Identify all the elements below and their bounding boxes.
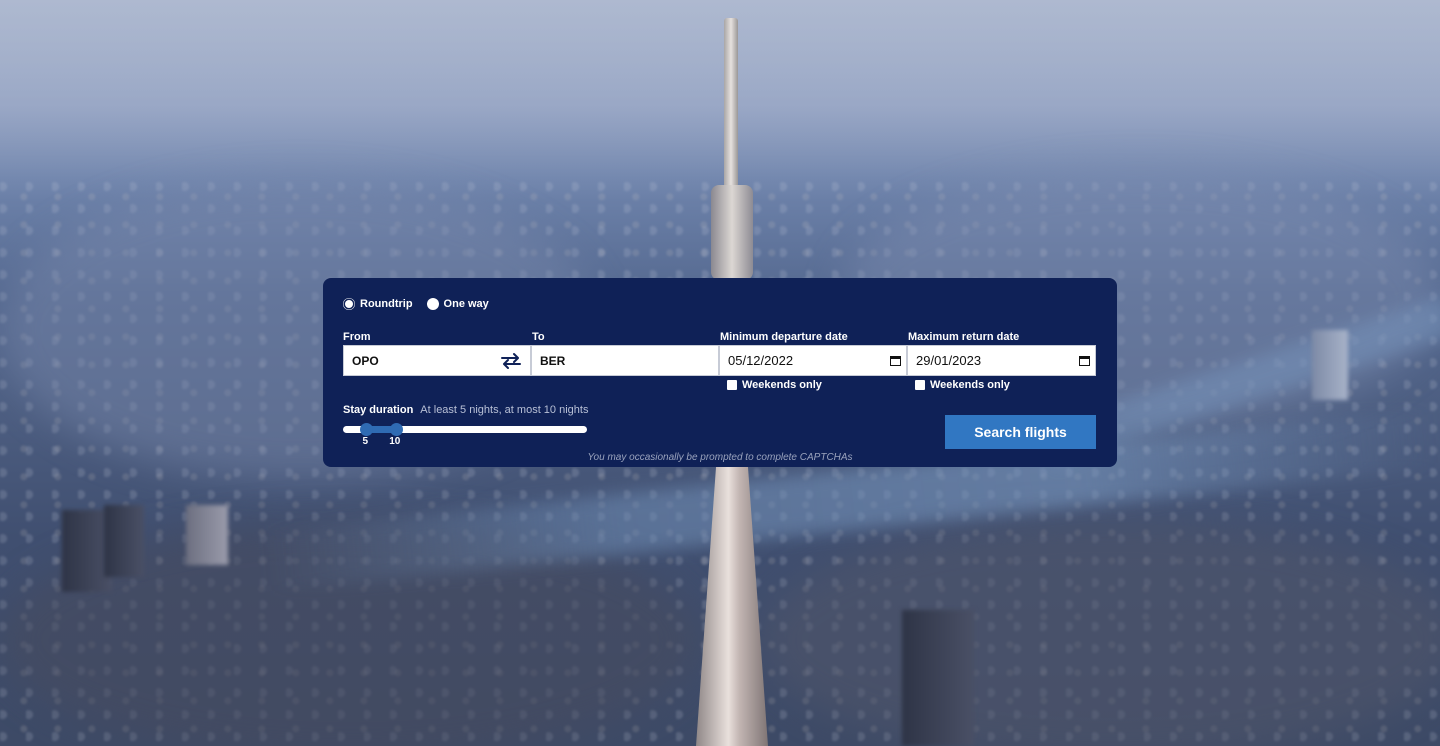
departure-label: Minimum departure date (720, 331, 848, 343)
slider-max-handle[interactable] (390, 423, 404, 436)
stay-duration-description: At least 5 nights, at most 10 nights (420, 404, 589, 416)
one-way-option[interactable]: One way (426, 298, 489, 310)
to-input[interactable]: BER (531, 345, 719, 376)
return-label: Maximum return date (908, 331, 1020, 343)
building (1312, 330, 1348, 400)
from-label: From (343, 331, 371, 343)
return-date-input[interactable]: 29/01/2023 (907, 345, 1096, 376)
return-value: 29/01/2023 (916, 353, 982, 368)
from-value: OPO (352, 353, 379, 368)
slider-min-handle[interactable] (359, 423, 373, 436)
weekends-label: Weekends only (742, 379, 822, 391)
building (186, 505, 228, 565)
stay-duration-slider[interactable] (343, 423, 587, 436)
calendar-icon[interactable] (890, 355, 901, 366)
flight-search-card: Roundtrip One way From OPO To BER Minimu… (323, 278, 1117, 467)
search-flights-button[interactable]: Search flights (945, 415, 1096, 449)
checkbox-box[interactable] (727, 380, 737, 390)
calendar-icon[interactable] (1079, 355, 1090, 366)
checkbox-box[interactable] (915, 380, 925, 390)
slider-max-value: 10 (389, 436, 401, 447)
one-way-radio[interactable] (426, 298, 439, 310)
return-weekends-checkbox[interactable]: Weekends only (915, 379, 1010, 391)
weekends-label: Weekends only (930, 379, 1010, 391)
stay-duration: Stay duration At least 5 nights, at most… (343, 404, 588, 416)
captcha-note: You may occasionally be prompted to comp… (587, 452, 853, 463)
one-way-label: One way (443, 298, 489, 310)
departure-weekends-checkbox[interactable]: Weekends only (727, 379, 822, 391)
roundtrip-radio[interactable] (343, 298, 355, 310)
from-input[interactable]: OPO (343, 345, 531, 376)
to-value: BER (540, 353, 566, 368)
trip-type-group: Roundtrip One way (343, 298, 489, 310)
departure-date-input[interactable]: 05/12/2022 (719, 345, 907, 376)
building (902, 610, 974, 746)
to-label: To (532, 331, 545, 343)
sky-haze (0, 0, 1440, 200)
slider-min-value: 5 (362, 436, 369, 447)
building (104, 505, 144, 577)
swap-icon[interactable] (500, 352, 522, 370)
stay-duration-label: Stay duration (343, 404, 414, 416)
roundtrip-option[interactable]: Roundtrip (343, 298, 413, 310)
tower-observation-deck (711, 185, 753, 280)
roundtrip-label: Roundtrip (360, 298, 413, 310)
departure-value: 05/12/2022 (728, 353, 794, 368)
